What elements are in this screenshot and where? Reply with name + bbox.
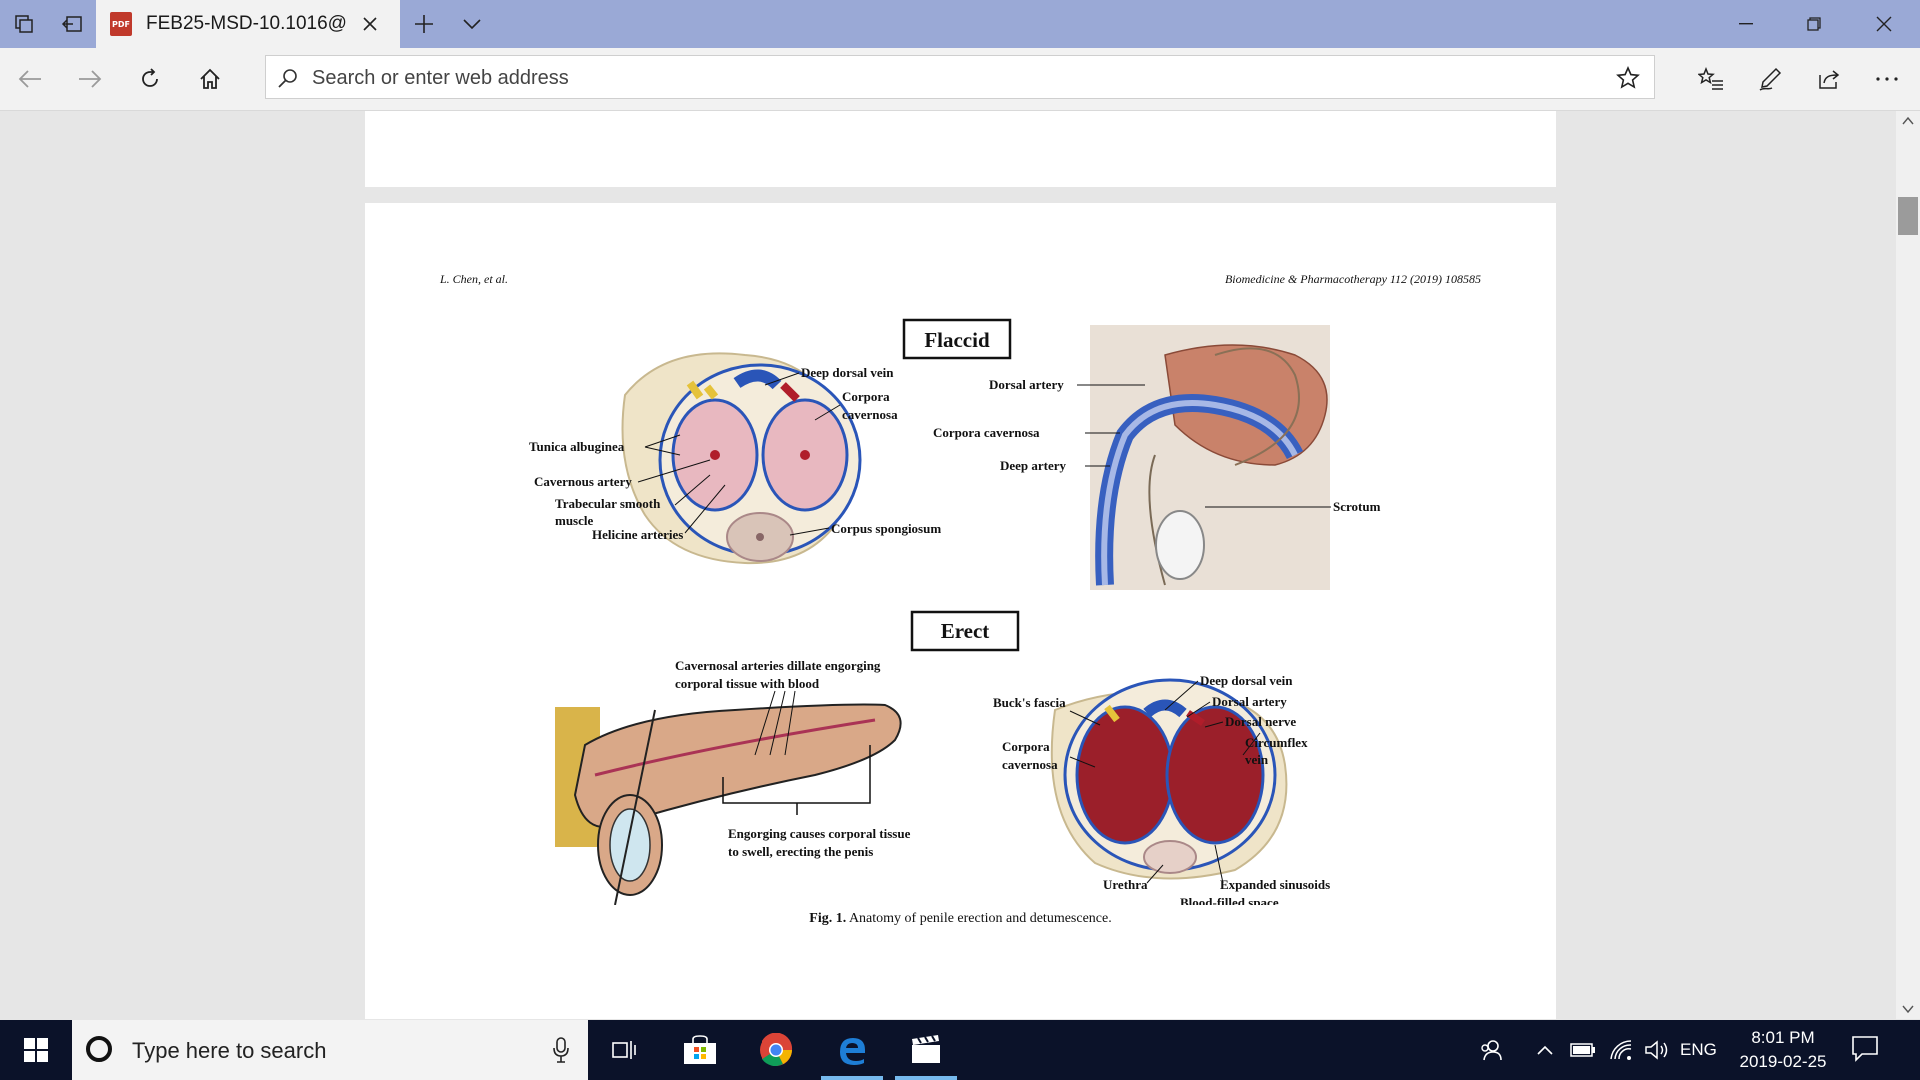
cortana-icon	[86, 1036, 112, 1062]
flaccid-title: Flaccid	[924, 328, 990, 352]
label-dorsal-nerve: Dorsal nerve	[1225, 714, 1296, 729]
label-scrotum: Scrotum	[1333, 499, 1381, 514]
task-view-icon[interactable]	[593, 1020, 655, 1080]
label-trabecular-1: Trabecular smooth	[555, 496, 661, 511]
label-tunica-albuginea: Tunica albuginea	[529, 439, 625, 454]
pdf-viewer[interactable]: L. Chen, et al. Biomedicine & Pharmacoth…	[0, 111, 1920, 1019]
taskbar: Type here to search ENG 8:01 PM 2019-02-…	[0, 1020, 1920, 1080]
battery-icon[interactable]	[1566, 1020, 1600, 1080]
label-erect-corpora-1: Corpora	[1002, 739, 1050, 754]
pen-notes-icon[interactable]	[1746, 55, 1794, 103]
navigation-bar	[0, 48, 1920, 111]
label-engorging-2: to swell, erecting the penis	[728, 844, 873, 859]
refresh-icon[interactable]	[126, 55, 174, 103]
figure-caption: Fig. 1. Anatomy of penile erection and d…	[365, 911, 1556, 927]
more-options-icon[interactable]	[1863, 55, 1911, 103]
microsoft-store-icon[interactable]	[669, 1020, 731, 1080]
video-editor-icon[interactable]	[895, 1020, 957, 1080]
flaccid-side-view-illustration	[1090, 325, 1330, 590]
label-circumflex-1: Circumflex	[1245, 735, 1308, 750]
label-urethra: Urethra	[1103, 877, 1148, 892]
system-clock[interactable]: 8:01 PM 2019-02-25	[1728, 1026, 1838, 1074]
label-expanded-sinusoids: Expanded sinusoids	[1220, 877, 1330, 892]
scroll-thumb[interactable]	[1898, 197, 1918, 235]
action-center-icon[interactable]	[1850, 1034, 1884, 1066]
title-bar: PDF FEB25-MSD-10.1016@j.	[0, 0, 1920, 48]
windows-start-icon[interactable]	[0, 1020, 72, 1080]
close-window-icon[interactable]	[1850, 0, 1918, 48]
running-header-authors: L. Chen, et al.	[440, 272, 508, 286]
pdf-page-previous	[365, 111, 1556, 187]
label-deep-artery: Deep artery	[1000, 458, 1067, 473]
label-trabecular-2: muscle	[555, 513, 594, 528]
label-corpora-cavernosa-side: Corpora cavernosa	[933, 425, 1040, 440]
microphone-icon[interactable]	[552, 1036, 570, 1064]
figure-caption-label: Fig. 1.	[809, 911, 847, 926]
restore-icon[interactable]	[1780, 0, 1848, 48]
clock-date: 2019-02-25	[1739, 1052, 1827, 1071]
tab-title: FEB25-MSD-10.1016@j.	[146, 13, 346, 34]
label-dorsal-artery: Dorsal artery	[989, 377, 1064, 392]
home-icon[interactable]	[186, 55, 234, 103]
clock-time: 8:01 PM	[1751, 1028, 1815, 1047]
label-engorging-1: Engorging causes corporal tissue	[728, 826, 911, 841]
scroll-up-icon[interactable]	[1900, 113, 1916, 129]
search-icon	[276, 66, 300, 90]
anatomy-figure: Flaccid Deep dorsal vein Corpora caverno…	[515, 315, 1415, 910]
running-header-journal: Biomedicine & Pharmacotherapy 112 (2019)…	[1224, 272, 1481, 286]
pdf-page: L. Chen, et al. Biomedicine & Pharmacoth…	[365, 203, 1556, 1019]
new-tab-icon[interactable]	[400, 0, 448, 48]
label-erect-dorsal-artery: Dorsal artery	[1212, 694, 1287, 709]
people-icon[interactable]	[1470, 1020, 1512, 1080]
label-helicine-arteries: Helicine arteries	[592, 527, 683, 542]
wifi-icon[interactable]	[1604, 1020, 1638, 1080]
favorites-list-icon[interactable]	[1687, 55, 1735, 103]
label-dilate-2: corporal tissue with blood	[675, 676, 820, 691]
show-hidden-icons-chevron-up-icon[interactable]	[1530, 1020, 1560, 1080]
figure-caption-text: Anatomy of penile erection and detumesce…	[846, 911, 1112, 926]
label-blood-filled-space: Blood-filled space	[1180, 895, 1279, 905]
close-tab-icon[interactable]	[360, 14, 380, 34]
label-circumflex-2: vein	[1245, 752, 1269, 767]
address-bar[interactable]	[265, 55, 1655, 99]
erect-side-view-illustration	[555, 703, 902, 906]
taskbar-search-box[interactable]: Type here to search	[72, 1020, 588, 1080]
scroll-down-icon[interactable]	[1900, 1001, 1916, 1017]
taskbar-search-placeholder: Type here to search	[132, 1038, 327, 1063]
volume-icon[interactable]	[1640, 1020, 1674, 1080]
label-erect-deep-dorsal-vein: Deep dorsal vein	[1200, 673, 1293, 688]
edge-icon[interactable]	[821, 1020, 883, 1080]
forward-arrow-icon[interactable]	[66, 55, 114, 103]
tab-active[interactable]: PDF FEB25-MSD-10.1016@j.	[96, 0, 400, 48]
label-erect-corpora-2: cavernosa	[1002, 757, 1058, 772]
minimize-icon[interactable]	[1712, 0, 1780, 48]
favorite-star-icon[interactable]	[1612, 62, 1644, 94]
label-corpora-2: cavernosa	[842, 407, 898, 422]
back-arrow-icon[interactable]	[6, 55, 54, 103]
label-dilate-1: Cavernosal arteries dillate engorging	[675, 658, 881, 673]
label-cavernous-artery: Cavernous artery	[534, 474, 632, 489]
share-icon[interactable]	[1805, 55, 1853, 103]
pdf-icon: PDF	[110, 12, 132, 36]
address-input[interactable]	[310, 62, 1604, 94]
tab-actions-icon[interactable]	[0, 0, 48, 48]
tab-preview-chevron-down-icon[interactable]	[448, 0, 496, 48]
label-bucks-fascia: Buck's fascia	[993, 695, 1066, 710]
set-aside-tabs-icon[interactable]	[48, 0, 96, 48]
label-corpora-1: Corpora	[842, 389, 890, 404]
vertical-scrollbar[interactable]	[1896, 111, 1920, 1019]
input-language[interactable]: ENG	[1680, 1040, 1717, 1060]
label-deep-dorsal-vein: Deep dorsal vein	[801, 365, 894, 380]
label-corpus-spongiosum: Corpus spongiosum	[831, 521, 941, 536]
erect-cross-section-illustration	[1050, 678, 1288, 880]
chrome-icon[interactable]	[745, 1020, 807, 1080]
erect-title: Erect	[941, 619, 990, 643]
